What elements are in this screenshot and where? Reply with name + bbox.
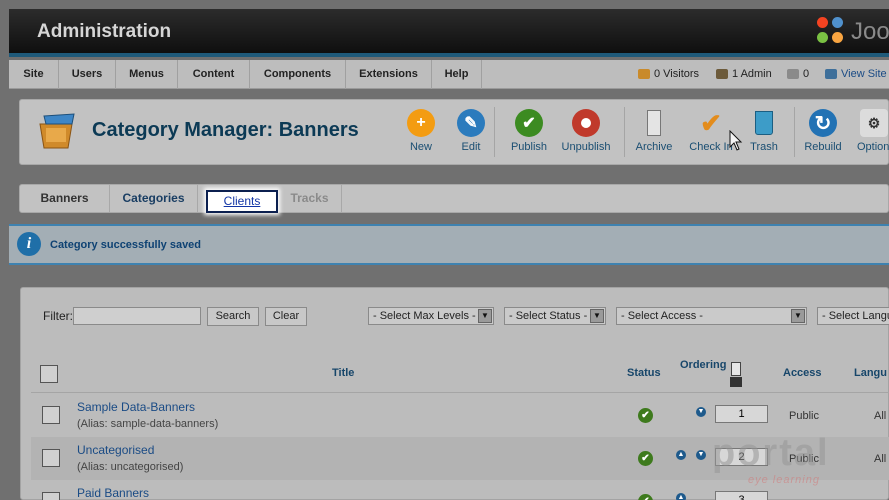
status-select[interactable]: - Select Status - ▼ <box>504 307 606 325</box>
tab-tracks[interactable]: Tracks <box>278 185 342 212</box>
header-divider <box>9 53 889 57</box>
order-input[interactable]: 3 <box>715 491 768 500</box>
access-select[interactable]: - Select Access - ▼ <box>616 307 807 325</box>
select-all-checkbox[interactable] <box>40 365 58 383</box>
category-title-link[interactable]: Paid Banners <box>77 486 149 500</box>
move-down-icon[interactable]: ▼ <box>696 407 706 417</box>
column-title[interactable]: Title <box>332 367 354 379</box>
unpublish-icon <box>572 109 600 137</box>
move-down-icon[interactable]: ▼ <box>696 450 706 460</box>
pencil-icon: ✎ <box>457 109 485 137</box>
logo-text: Joo <box>851 18 889 45</box>
unpublish-button[interactable]: Unpublish <box>557 107 615 157</box>
mail-icon <box>787 69 799 80</box>
visitors-status[interactable]: 0 Visitors <box>638 60 699 89</box>
toolbar-separator <box>494 107 495 157</box>
trash-icon <box>750 109 778 137</box>
row-checkbox[interactable] <box>42 492 60 500</box>
options-icon: ⚙ <box>860 109 888 137</box>
checkmark-icon: ✔ <box>515 109 543 137</box>
system-message: i Category successfully saved <box>9 224 889 265</box>
edit-button[interactable]: ✎ Edit <box>442 107 500 157</box>
admin-header: Administration Joo <box>9 9 889 53</box>
header-title: Administration <box>37 21 172 42</box>
mouse-cursor-icon <box>729 130 743 151</box>
filter-input[interactable] <box>73 307 201 325</box>
rebuild-button[interactable]: ↻ Rebuild <box>794 107 852 157</box>
message-text: Category successfully saved <box>50 239 202 251</box>
chevron-down-icon: ▼ <box>791 309 805 323</box>
menu-menus[interactable]: Menus <box>116 60 178 89</box>
archive-icon <box>640 109 668 137</box>
chevron-down-icon: ▼ <box>590 309 604 323</box>
tab-clients[interactable]: Clients <box>206 190 278 213</box>
column-access[interactable]: Access <box>783 367 822 379</box>
category-title-link[interactable]: Sample Data-Banners <box>77 400 195 414</box>
menu-users[interactable]: Users <box>59 60 116 89</box>
max-levels-select[interactable]: - Select Max Levels - ▼ <box>368 307 494 325</box>
trash-button[interactable]: Trash <box>735 107 793 157</box>
row-checkbox[interactable] <box>42 406 60 424</box>
filter-label: Filter: <box>43 309 73 323</box>
check-in-icon: ✔ <box>700 107 722 138</box>
refresh-icon: ↻ <box>809 109 837 137</box>
search-button[interactable]: Search <box>207 307 259 326</box>
column-status[interactable]: Status <box>627 367 661 379</box>
move-up-icon[interactable]: ▲ <box>676 450 686 460</box>
submenu-tabs: Banners Categories Tracks <box>19 184 889 213</box>
menu-content[interactable]: Content <box>178 60 250 89</box>
options-button[interactable]: ⚙ Options <box>848 107 889 157</box>
category-manager-icon <box>39 113 75 149</box>
portal-watermark-logo: portal eye learning <box>712 432 830 486</box>
main-menu: Site Users Menus Content Components Exte… <box>9 60 889 89</box>
order-input[interactable]: 1 <box>715 405 768 423</box>
column-ordering[interactable]: Ordering <box>680 359 726 371</box>
language-value: All <box>874 410 887 422</box>
joomla-logo-icon <box>817 17 847 47</box>
table-header: Title Status Ordering Access Langu <box>31 355 889 393</box>
language-value: All <box>874 453 887 465</box>
menu-help[interactable]: Help <box>432 60 482 89</box>
page-title: Category Manager: Banners <box>92 119 359 141</box>
info-icon: i <box>17 232 41 256</box>
admin-status[interactable]: 1 Admin <box>716 60 772 89</box>
archive-button[interactable]: Archive <box>625 107 683 157</box>
publish-button[interactable]: ✔ Publish <box>500 107 558 157</box>
tab-banners[interactable]: Banners <box>20 185 110 212</box>
menu-extensions[interactable]: Extensions <box>346 60 432 89</box>
view-site-link[interactable]: View Site <box>825 60 887 89</box>
menu-components[interactable]: Components <box>250 60 346 89</box>
published-checkmark-icon[interactable]: ✔ <box>638 408 653 423</box>
column-language[interactable]: Langu <box>854 367 887 379</box>
save-order-icon[interactable] <box>729 362 743 388</box>
tab-categories[interactable]: Categories <box>110 185 198 212</box>
admin-users-icon <box>716 69 728 80</box>
table-row: Sample Data-Banners (Alias: sample-data-… <box>31 394 889 437</box>
app-window: Administration Joo Site Users Menus Cont… <box>0 0 889 500</box>
access-value: Public <box>789 410 819 422</box>
joomla-logo: Joo <box>817 15 889 49</box>
clear-button[interactable]: Clear <box>265 307 307 326</box>
row-checkbox[interactable] <box>42 449 60 467</box>
menu-site[interactable]: Site <box>9 60 59 89</box>
category-alias: (Alias: uncategorised) <box>77 461 184 473</box>
plus-icon: + <box>407 109 435 137</box>
move-up-icon[interactable]: ▲ <box>676 493 686 500</box>
published-checkmark-icon[interactable]: ✔ <box>638 451 653 466</box>
chevron-down-icon: ▼ <box>478 309 492 323</box>
language-select[interactable]: - Select Language - <box>817 307 889 325</box>
messages-status[interactable]: 0 <box>787 60 809 89</box>
visitors-icon <box>638 69 650 80</box>
published-checkmark-icon[interactable]: ✔ <box>638 494 653 500</box>
category-title-link[interactable]: Uncategorised <box>77 443 154 457</box>
category-alias: (Alias: sample-data-banners) <box>77 418 219 430</box>
monitor-icon <box>825 69 837 80</box>
